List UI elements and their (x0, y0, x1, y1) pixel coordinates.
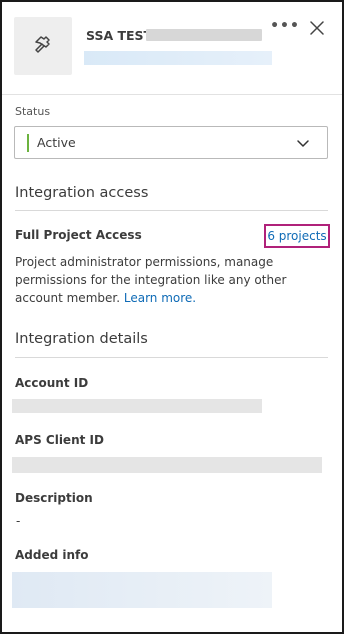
app-icon-tile (14, 17, 72, 75)
projects-link[interactable]: 6 projects (264, 224, 330, 248)
added-info-label: Added info (15, 548, 89, 562)
status-indicator (27, 134, 29, 152)
description-value: - (16, 514, 21, 528)
close-icon (310, 20, 324, 39)
aps-client-id-value-redacted (12, 457, 322, 473)
header-divider (2, 94, 342, 95)
integration-details-title: Integration details (15, 331, 148, 347)
section-divider (15, 357, 328, 358)
learn-more-link[interactable]: Learn more. (124, 291, 196, 305)
hammer-icon (32, 33, 54, 59)
app-name-redacted (146, 29, 262, 41)
app-subtitle-redacted (84, 51, 272, 65)
integration-detail-panel: SSA TEST ••• Status Active Integration a… (0, 0, 344, 634)
account-id-value-redacted (12, 399, 262, 413)
status-label: Status (15, 105, 51, 118)
status-value: Active (37, 135, 76, 150)
chevron-down-icon (295, 135, 311, 151)
aps-client-id-label: APS Client ID (15, 433, 104, 447)
more-options-button[interactable]: ••• (270, 16, 300, 36)
access-description: Project administrator permissions, manag… (15, 253, 315, 307)
app-name: SSA TEST (86, 28, 153, 43)
panel-header: SSA TEST ••• (2, 2, 342, 94)
status-dropdown[interactable]: Active (14, 126, 328, 159)
account-id-label: Account ID (15, 376, 89, 390)
full-project-access-label: Full Project Access (15, 228, 142, 242)
close-button[interactable] (306, 18, 328, 40)
section-divider (15, 210, 328, 211)
description-label: Description (15, 491, 93, 505)
more-options-icon: ••• (270, 18, 300, 34)
added-info-value-redacted (12, 572, 272, 608)
integration-access-title: Integration access (15, 185, 149, 201)
